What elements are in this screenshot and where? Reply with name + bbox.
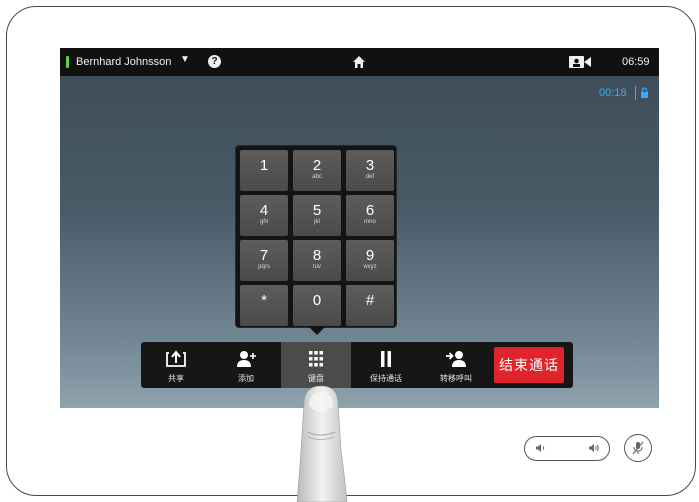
key-8[interactable]: 8 tuv [293, 240, 341, 281]
hold-button[interactable]: 保持通话 [351, 342, 421, 388]
key-6[interactable]: 6 mno [346, 195, 394, 236]
lock-icon [635, 86, 648, 100]
presence-indicator [66, 56, 69, 68]
key-4[interactable]: 4 ghi [240, 195, 288, 236]
volume-control[interactable] [524, 436, 610, 461]
call-toolbar: 共享 添加 键盘 保持通话 转移呼叫 结束通话 [141, 342, 573, 388]
dial-keypad: 1 2 abc 3 def 4 ghi 5 jkl 6 mno 7 pqrs 8 tuv 9w… [235, 145, 397, 328]
status-bar: Bernhard Johnsson ▼ ? 06:59 [60, 48, 659, 76]
camera-icon[interactable] [569, 56, 591, 68]
mute-button[interactable] [624, 434, 652, 462]
pointing-finger-image [296, 385, 348, 502]
key-hash[interactable]: # [346, 285, 394, 326]
key-3[interactable]: 3 def [346, 150, 394, 191]
share-label: 共享 [168, 374, 184, 383]
user-menu-dropdown-icon[interactable]: ▼ [180, 54, 190, 65]
call-duration: 00:18 [599, 87, 627, 99]
volume-up-icon[interactable] [588, 443, 600, 453]
home-icon[interactable] [352, 55, 366, 69]
user-name[interactable]: Bernhard Johnsson [76, 56, 171, 68]
add-participant-button[interactable]: 添加 [211, 342, 281, 388]
keypad-grid-icon [309, 351, 323, 367]
key-7[interactable]: 7 pqrs [240, 240, 288, 281]
key-2[interactable]: 2 abc [293, 150, 341, 191]
keypad-pointer [309, 327, 325, 335]
transfer-button[interactable]: 转移呼叫 [421, 342, 491, 388]
share-icon [166, 350, 186, 367]
help-icon[interactable]: ? [208, 55, 221, 68]
add-label: 添加 [238, 374, 254, 383]
touch-screen: Bernhard Johnsson ▼ ? 06:59 00:18 1 2 abc… [60, 48, 659, 408]
key-1[interactable]: 1 [240, 150, 288, 191]
key-star[interactable]: * [240, 285, 288, 326]
transfer-label: 转移呼叫 [440, 374, 472, 383]
share-button[interactable]: 共享 [141, 342, 211, 388]
mic-mute-icon [632, 441, 644, 455]
key-5[interactable]: 5 jkl [293, 195, 341, 236]
key-0[interactable]: 0 [293, 285, 341, 326]
hold-label: 保持通话 [370, 374, 402, 383]
end-call-button[interactable]: 结束通话 [494, 347, 564, 383]
add-user-icon [237, 351, 256, 367]
pause-icon [381, 351, 391, 367]
clock: 06:59 [622, 56, 650, 68]
volume-down-icon[interactable] [535, 443, 547, 453]
key-9[interactable]: 9 wxyz [346, 240, 394, 281]
transfer-icon [446, 351, 466, 367]
